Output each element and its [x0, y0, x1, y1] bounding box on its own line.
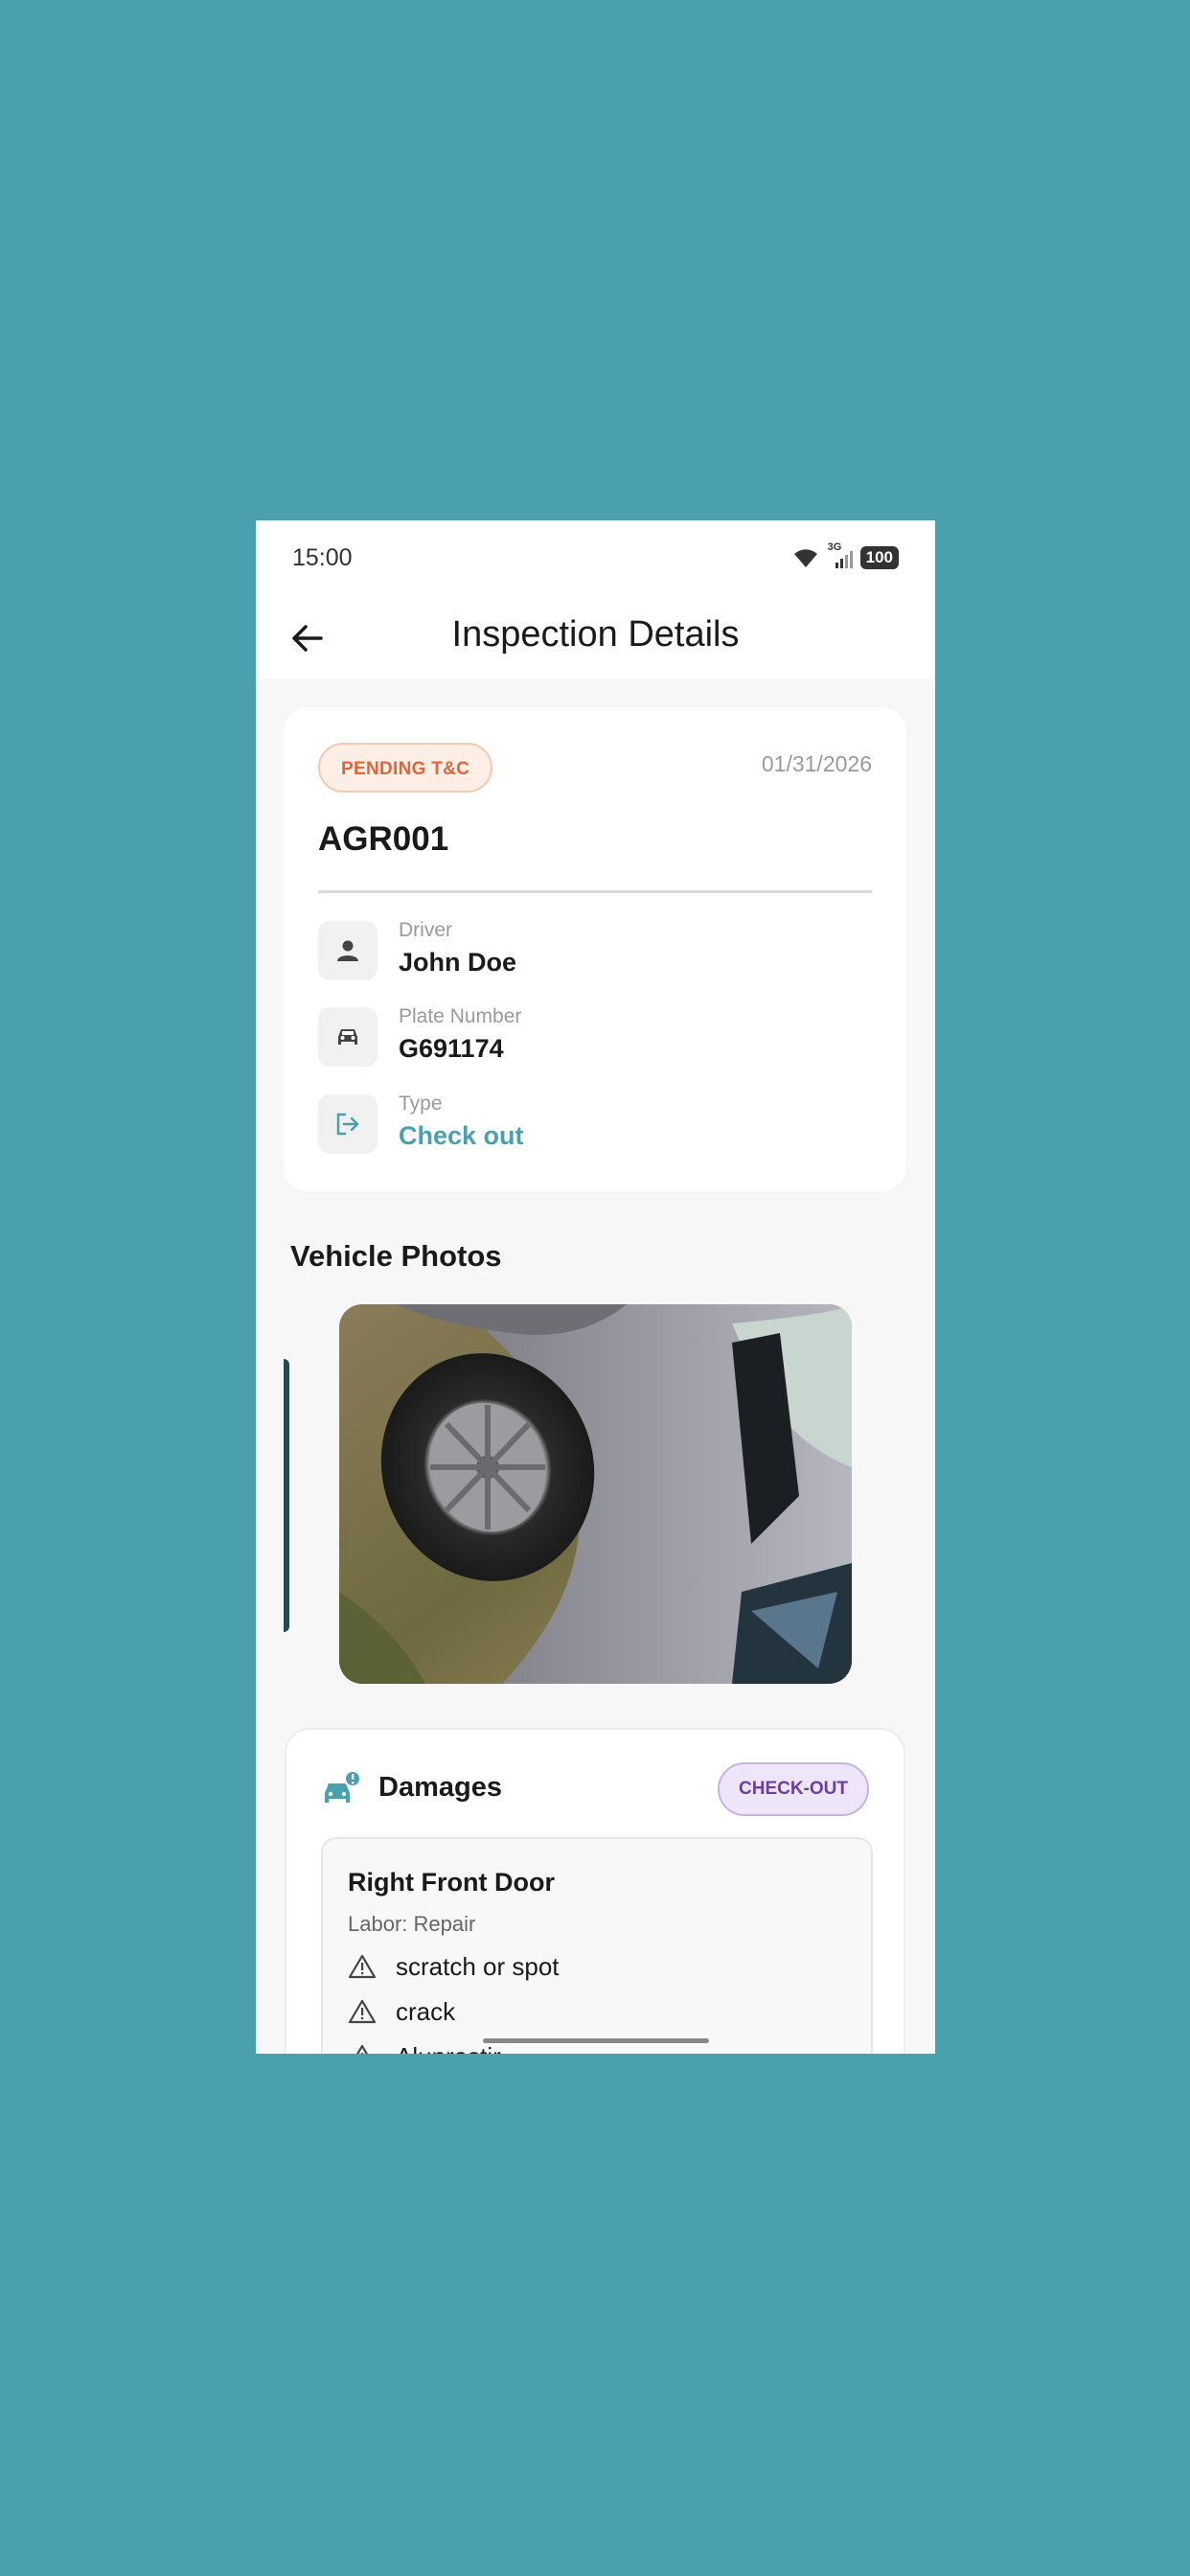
- driver-row: Driver John Doe: [318, 919, 855, 982]
- home-indicator[interactable]: [483, 2038, 709, 2043]
- wifi-icon: [793, 549, 817, 567]
- damage-part-name: Right Front Door: [348, 1868, 555, 1897]
- plate-row: Plate Number G691174: [318, 1005, 855, 1069]
- divider: [318, 890, 872, 893]
- agreement-id: AGR001: [318, 820, 449, 858]
- warning-icon: [348, 1999, 377, 2024]
- damage-type: Aluprastir: [396, 2042, 501, 2055]
- status-badge: PENDING T&C: [318, 743, 493, 793]
- plate-label: Plate Number: [399, 1005, 522, 1027]
- checkout-badge: CHECK-OUT: [718, 1762, 869, 1816]
- damage-type: crack: [396, 1996, 456, 2026]
- driver-label: Driver: [399, 919, 452, 941]
- type-label: Type: [399, 1092, 443, 1115]
- status-bar: 15:00 3G 100: [256, 520, 935, 595]
- vehicle-photo[interactable]: [339, 1304, 852, 1684]
- car-damage-icon: [325, 1770, 361, 1803]
- vehicle-photos-title: Vehicle Photos: [290, 1239, 502, 1273]
- type-value: Check out: [399, 1121, 524, 1150]
- status-time: 15:00: [292, 544, 353, 571]
- person-icon: [318, 921, 378, 980]
- damage-type: scratch or spot: [396, 1951, 560, 1981]
- inspection-summary-card: PENDING T&C 01/31/2026 AGR001 Driver Joh…: [284, 707, 906, 1191]
- page-title: Inspection Details: [451, 614, 740, 655]
- logout-icon: [318, 1094, 378, 1154]
- signal-icon: 3G: [828, 541, 853, 570]
- type-row: Type Check out: [318, 1092, 855, 1156]
- previous-photo-peek[interactable]: [284, 1359, 289, 1632]
- inspection-date: 01/31/2026: [761, 751, 872, 776]
- app-bar: Inspection Details: [256, 595, 935, 678]
- plate-value: G691174: [399, 1034, 504, 1063]
- status-icons: 3G 100: [791, 541, 899, 572]
- driver-value: John Doe: [399, 948, 517, 977]
- damage-type-row: crack: [348, 1995, 455, 2028]
- damages-title: Damages: [378, 1772, 502, 1803]
- damage-labor: Labor: Repair: [348, 1912, 476, 1936]
- damage-type-row: scratch or spot: [348, 1950, 560, 1983]
- damage-item[interactable]: Right Front Door Labor: Repair scratch o…: [321, 1837, 873, 2054]
- phone-screen: 15:00 3G 100 Inspection Details PENDING …: [256, 520, 935, 2054]
- battery-icon: 100: [859, 546, 899, 569]
- damage-type-row: Aluprastir: [348, 2040, 501, 2054]
- warning-icon: [355, 2044, 369, 2054]
- damages-card: Damages CHECK-OUT Right Front Door Labor…: [285, 1728, 905, 2054]
- vehicle-photo-image: [339, 1304, 852, 1684]
- warning-icon: [348, 1954, 377, 1979]
- car-icon: [318, 1007, 378, 1067]
